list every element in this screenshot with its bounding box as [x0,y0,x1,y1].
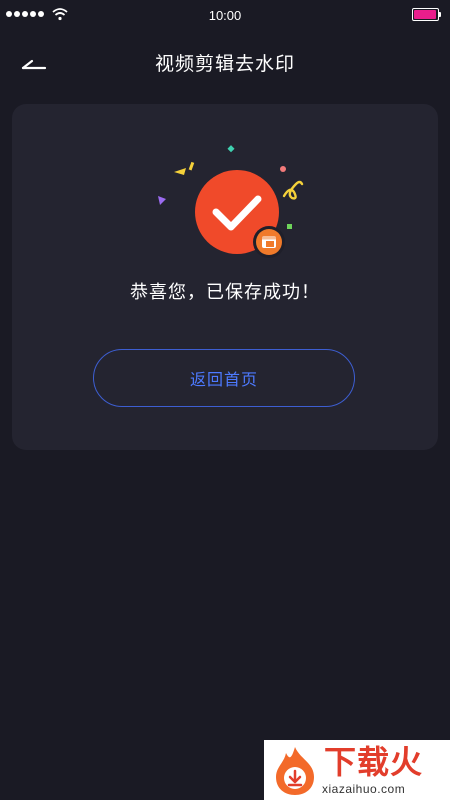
confetti-icon [174,168,186,175]
watermark-logo: 下载火 xiazaihuo.com [264,740,450,800]
result-card: 恭喜您，已保存成功！ 返回首页 [12,104,438,450]
page-title: 视频剪辑去水印 [154,53,295,75]
success-message: 恭喜您，已保存成功！ [130,282,320,303]
watermark-domain: xiazaihuo.com [322,782,406,796]
return-home-button[interactable]: 返回首页 [93,349,355,407]
nav-bar: 视频剪辑去水印 [0,38,450,82]
confetti-icon [158,196,166,205]
confetti-icon [227,145,235,153]
battery-icon [412,8,442,21]
confetti-icon [280,166,286,172]
success-check-icon [158,145,304,258]
confetti-icon [188,161,195,171]
status-bar: 10:00 [0,0,450,32]
app-screen: 10:00 视频剪辑去水印 恭喜您，已保存成功！ 返回首页 下载火 xiazai… [0,0,450,800]
status-time: 10:00 [208,8,242,23]
watermark-brand: 下载火 [324,743,424,781]
confetti-icon [287,224,292,229]
flame-logo-icon [276,747,314,795]
confetti-icon [282,180,304,200]
